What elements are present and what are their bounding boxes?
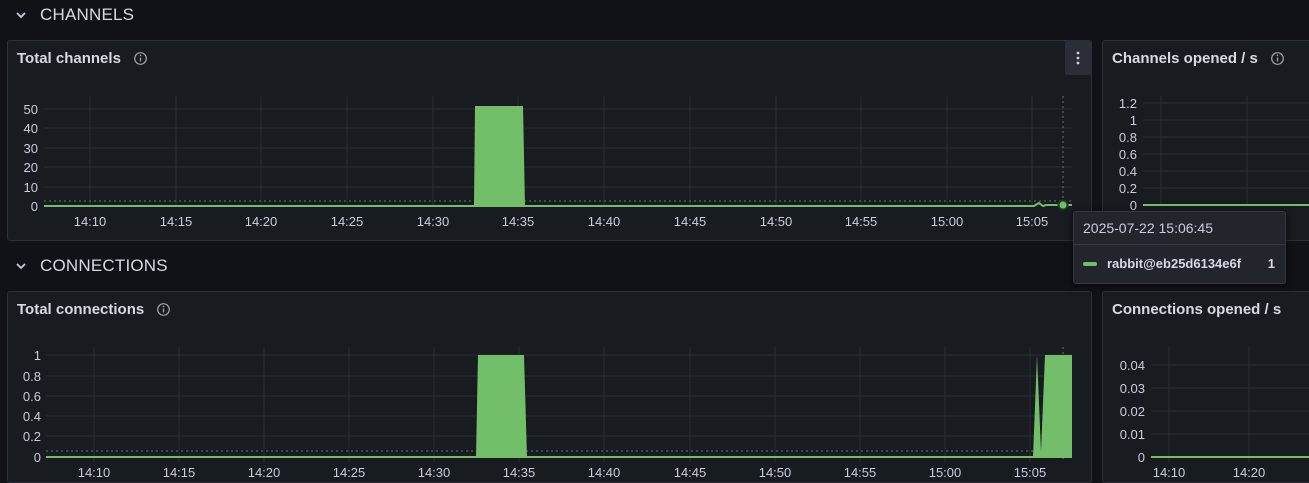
- series-color-swatch: [1083, 261, 1097, 266]
- y-tick: 0: [1138, 450, 1145, 465]
- chevron-down-icon[interactable]: [14, 259, 28, 273]
- series-area: [474, 106, 525, 206]
- y-tick: 0.8: [23, 369, 41, 384]
- x-tick: 14:30: [417, 214, 450, 229]
- x-tick: 14:30: [418, 465, 451, 480]
- y-tick: 0.02: [1120, 404, 1145, 419]
- x-tick: 14:50: [759, 465, 792, 480]
- y-tick: 10: [24, 180, 38, 195]
- x-tick: 14:15: [163, 465, 196, 480]
- y-tick: 0.4: [1119, 164, 1137, 179]
- x-tick: 14:55: [844, 465, 877, 480]
- hover-point: [1057, 199, 1069, 211]
- x-tick: 15:05: [1016, 214, 1049, 229]
- y-tick: 20: [24, 160, 38, 175]
- panel-total-connections[interactable]: Total connections 1 0.8 0.6 0.4 0.2 0 14…: [7, 291, 1092, 483]
- x-tick: 14:25: [331, 214, 364, 229]
- x-tick: 14:45: [674, 465, 707, 480]
- y-tick: 0.01: [1120, 427, 1145, 442]
- row-title: CONNECTIONS: [40, 256, 168, 275]
- y-tick: 0.6: [23, 389, 41, 404]
- row-header-connections[interactable]: CONNECTIONS: [14, 256, 168, 276]
- y-tick: 0.2: [23, 429, 41, 444]
- row-title: CHANNELS: [40, 5, 135, 24]
- chart-connections-opened[interactable]: 0.04 0.03 0.02 0.01 0 14:10 14:20: [1103, 292, 1309, 482]
- x-tick: 14:15: [160, 214, 193, 229]
- panel-total-channels[interactable]: Total channels 50 40 30 20 10 0 14:10 14…: [7, 40, 1092, 241]
- series-area: [476, 355, 527, 457]
- y-tick: 1: [1130, 113, 1137, 128]
- chevron-down-icon[interactable]: [14, 8, 28, 22]
- x-tick: 15:00: [929, 465, 962, 480]
- x-tick: 14:10: [1153, 465, 1186, 480]
- hover-tooltip: 2025-07-22 15:06:45 rabbit@eb25d6134e6f …: [1073, 211, 1286, 284]
- y-tick: 1.2: [1119, 96, 1137, 111]
- y-tick: 0.2: [1119, 181, 1137, 196]
- x-tick: 14:10: [74, 214, 107, 229]
- tooltip-time: 2025-07-22 15:06:45: [1083, 220, 1213, 236]
- y-tick: 50: [24, 102, 38, 117]
- x-tick: 14:20: [248, 465, 281, 480]
- x-tick: 14:35: [503, 465, 536, 480]
- y-tick: 40: [24, 121, 38, 136]
- x-tick: 15:05: [1014, 465, 1047, 480]
- chart-total-channels[interactable]: 50 40 30 20 10 0 14:10 14:15 14:20 14:25…: [8, 41, 1091, 240]
- y-tick: 1: [34, 348, 41, 363]
- tooltip-divider: [1074, 244, 1285, 245]
- tooltip-series-value: 1: [1267, 256, 1275, 271]
- tooltip-series-name: rabbit@eb25d6134e6f: [1107, 256, 1242, 271]
- y-tick: 30: [24, 141, 38, 156]
- tooltip-series-row: rabbit@eb25d6134e6f 1: [1083, 256, 1275, 271]
- series-line: [44, 201, 1072, 208]
- x-tick: 14:20: [1233, 465, 1266, 480]
- y-tick: 0.8: [1119, 130, 1137, 145]
- chart-total-connections[interactable]: 1 0.8 0.6 0.4 0.2 0 14:10 14:15 14:20 14…: [8, 292, 1091, 482]
- panel-connections-opened[interactable]: Connections opened / s 0.04 0.03 0.02 0.…: [1102, 291, 1309, 483]
- y-tick: 0: [31, 199, 38, 214]
- x-tick: 14:50: [760, 214, 793, 229]
- x-tick: 15:00: [931, 214, 964, 229]
- y-tick: 0.03: [1120, 381, 1145, 396]
- x-tick: 14:25: [333, 465, 366, 480]
- x-tick: 14:40: [588, 465, 621, 480]
- x-tick: 14:35: [502, 214, 535, 229]
- x-tick: 14:55: [845, 214, 878, 229]
- y-tick: 0: [34, 450, 41, 465]
- x-tick: 14:20: [245, 214, 278, 229]
- y-tick: 0.4: [23, 409, 41, 424]
- row-header-channels[interactable]: CHANNELS: [14, 5, 134, 25]
- y-tick: 0.04: [1120, 358, 1145, 373]
- y-tick: 0.6: [1119, 147, 1137, 162]
- x-tick: 14:40: [588, 214, 621, 229]
- x-tick: 14:10: [78, 465, 111, 480]
- series-area: [1033, 355, 1072, 457]
- x-tick: 14:45: [674, 214, 707, 229]
